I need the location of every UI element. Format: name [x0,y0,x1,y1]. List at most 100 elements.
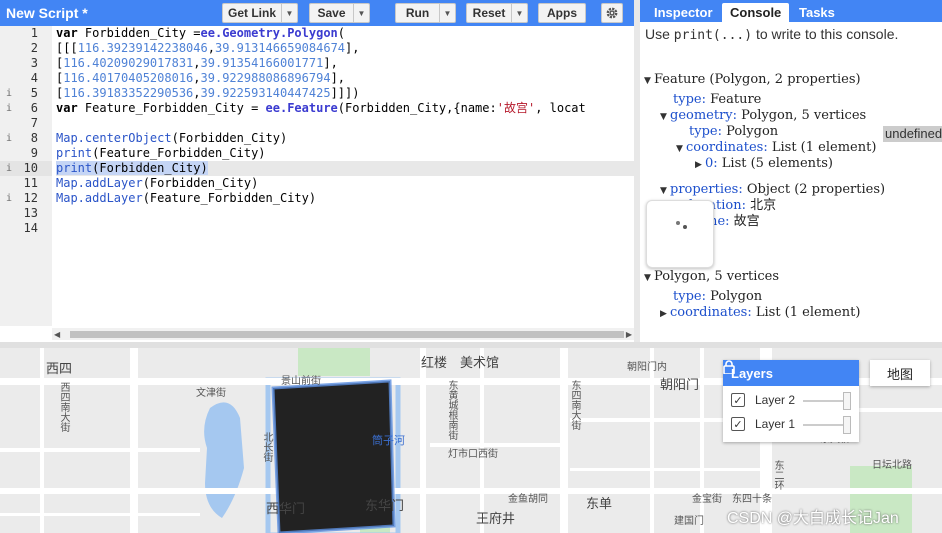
get-link-label: Get Link [227,6,276,20]
map-label: 东二环 [772,460,783,490]
tree-leaf: type: Polygon [673,289,763,304]
map-label: 灯市口西街 [448,449,498,460]
chevron-down-icon[interactable]: ▼ [439,4,455,22]
chevron-down-icon[interactable]: ▼ [353,4,369,22]
line-number: 1 [30,26,38,40]
loading-popup [646,200,714,268]
map-type-button[interactable]: 地图 [870,360,930,386]
tree-node-feature[interactable]: ▼ Feature (Polygon, 2 properties) [644,72,861,89]
expanded-triangle-icon[interactable]: ▼ [660,183,670,199]
reset-label: Reset [472,6,506,20]
right-panel-tabs: Inspector Console Tasks [640,0,942,22]
line-number: 11 [23,176,38,190]
layer-2-checkbox[interactable]: ✓ [731,393,745,407]
tree-node-geometry[interactable]: ▼ geometry: Polygon, 5 vertices [660,108,866,125]
horizontal-scrollbar[interactable]: ◀ ▶ [52,328,634,340]
layer-1-label: Layer 1 [755,417,796,431]
layers-header[interactable]: Layers [723,360,859,386]
loading-dot [676,221,680,225]
tree-node-polygon-coordinates[interactable]: ▶ coordinates: List (1 element) [660,305,860,322]
map-label: 朝阳门 [660,377,700,392]
map-label: 西四 [46,361,73,376]
line-number: 13 [23,206,38,220]
code-line[interactable]: Map.addLayer(Feature_Forbidden_City) [56,191,316,206]
code-editor[interactable]: 1 2 3 4 i 5 i 6 7 i 8 9 i 10 11 i 12 13 14 va… [0,26,634,342]
map-label: 日坛北路 [872,460,912,471]
map-label: 金宝街 [692,494,722,505]
line-number: 8 [30,131,38,145]
layer-1-opacity-slider[interactable] [803,416,851,434]
code-line[interactable]: [116.40170405208016,39.922988086896794], [56,71,345,86]
info-icon[interactable]: i [6,101,12,116]
save-button[interactable]: Save ▼ [309,3,370,23]
chevron-down-icon[interactable]: ▼ [511,4,527,22]
collapsed-triangle-icon[interactable]: ▶ [660,306,670,322]
scrollbar-thumb[interactable] [70,331,624,338]
expanded-triangle-icon[interactable]: ▼ [644,73,654,89]
info-icon[interactable]: i [6,161,12,176]
slider-knob[interactable] [843,416,851,434]
code-line[interactable]: [[[116.39239142238046,39.913146659084674… [56,41,359,56]
info-icon[interactable]: i [6,131,12,146]
expanded-triangle-icon[interactable]: ▼ [644,270,654,286]
console-hint: Use print(...) to write to this console. [645,26,899,43]
tree-node-polygon[interactable]: ▼ Polygon, 5 vertices [644,269,779,286]
watermark: CSDN @大白成长记Jan [727,510,899,527]
info-icon[interactable]: i [6,86,12,101]
map-label: 文津街 [196,388,226,399]
map-label: 东四十条 [732,494,772,505]
info-icon[interactable]: i [6,191,12,206]
scroll-left-icon[interactable]: ◀ [54,330,60,339]
apps-button[interactable]: Apps [538,3,586,23]
tab-console[interactable]: Console [722,3,790,22]
tree-leaf: type: Polygon [689,124,779,139]
scroll-right-icon[interactable]: ▶ [626,330,632,339]
code-line[interactable]: Map.addLayer(Forbidden_City) [56,176,258,191]
reset-button[interactable]: Reset ▼ [466,3,528,23]
slider-knob[interactable] [843,392,851,410]
tree-node-coordinates-0[interactable]: ▶ 0: List (5 elements) [695,156,833,173]
chevron-down-icon[interactable]: ▼ [281,4,297,22]
map-label: 东黄城根南街 [446,380,457,440]
line-number: 10 [23,161,38,175]
gear-icon[interactable] [601,3,623,23]
code-line[interactable]: Map.centerObject(Forbidden_City) [56,131,287,146]
code-line[interactable]: [116.40209029017831,39.91354166001771], [56,56,338,71]
map-label: 朝阳门内 [627,362,667,373]
line-number: 5 [30,86,38,100]
tree-node-coordinates[interactable]: ▼ coordinates: List (1 element) [676,140,876,157]
expanded-triangle-icon[interactable]: ▼ [676,141,686,157]
layer-1-checkbox[interactable]: ✓ [731,417,745,431]
collapsed-triangle-icon[interactable]: ▶ [695,157,705,173]
code-line[interactable]: var Forbidden_City =ee.Geometry.Polygon( [56,26,345,41]
map-label: 红楼 [421,355,448,370]
tab-tasks[interactable]: Tasks [791,3,843,22]
line-number: 9 [30,146,38,160]
layer-2-label: Layer 2 [755,393,796,407]
editor-toolbar: New Script * Get Link ▼ Save ▼ Run ▼ Res… [0,0,634,26]
line-number: 3 [30,56,38,70]
line-number: 7 [30,116,38,130]
layer-2-opacity-slider[interactable] [803,392,851,410]
code-area[interactable]: var Forbidden_City =ee.Geometry.Polygon(… [56,26,634,326]
get-link-button[interactable]: Get Link ▼ [222,3,298,23]
map-label: 西四南大街 [58,382,69,432]
code-line-active[interactable]: print(Forbidden_City) [56,161,634,176]
map-label: 金鱼胡同 [508,494,548,505]
tree-node-properties[interactable]: ▼ properties: Object (2 properties) [660,182,885,199]
layer-row-1[interactable]: ✓ Layer 1 [731,414,795,434]
map-view[interactable]: 西四 红楼 美术馆 朝阳门 文津街 景山前街 筒子河 灯市口西街 西华门 东华门… [0,348,942,533]
map-label: 东四南大街 [569,380,580,430]
tab-inspector[interactable]: Inspector [646,3,721,22]
code-line[interactable]: print(Feature_Forbidden_City) [56,146,266,161]
expanded-triangle-icon[interactable]: ▼ [660,109,670,125]
map-label: 西华门 [266,501,306,516]
script-title: New Script * [6,5,88,21]
code-line[interactable]: [116.39183352290536,39.922593140447425]]… [56,86,359,101]
run-button[interactable]: Run ▼ [395,3,456,23]
line-number: 6 [30,101,38,115]
map-label: 建国门 [674,516,704,527]
line-number: 2 [30,41,38,55]
layer-row-2[interactable]: ✓ Layer 2 [731,390,795,410]
code-line[interactable]: var Feature_Forbidden_City = ee.Feature(… [56,101,586,116]
